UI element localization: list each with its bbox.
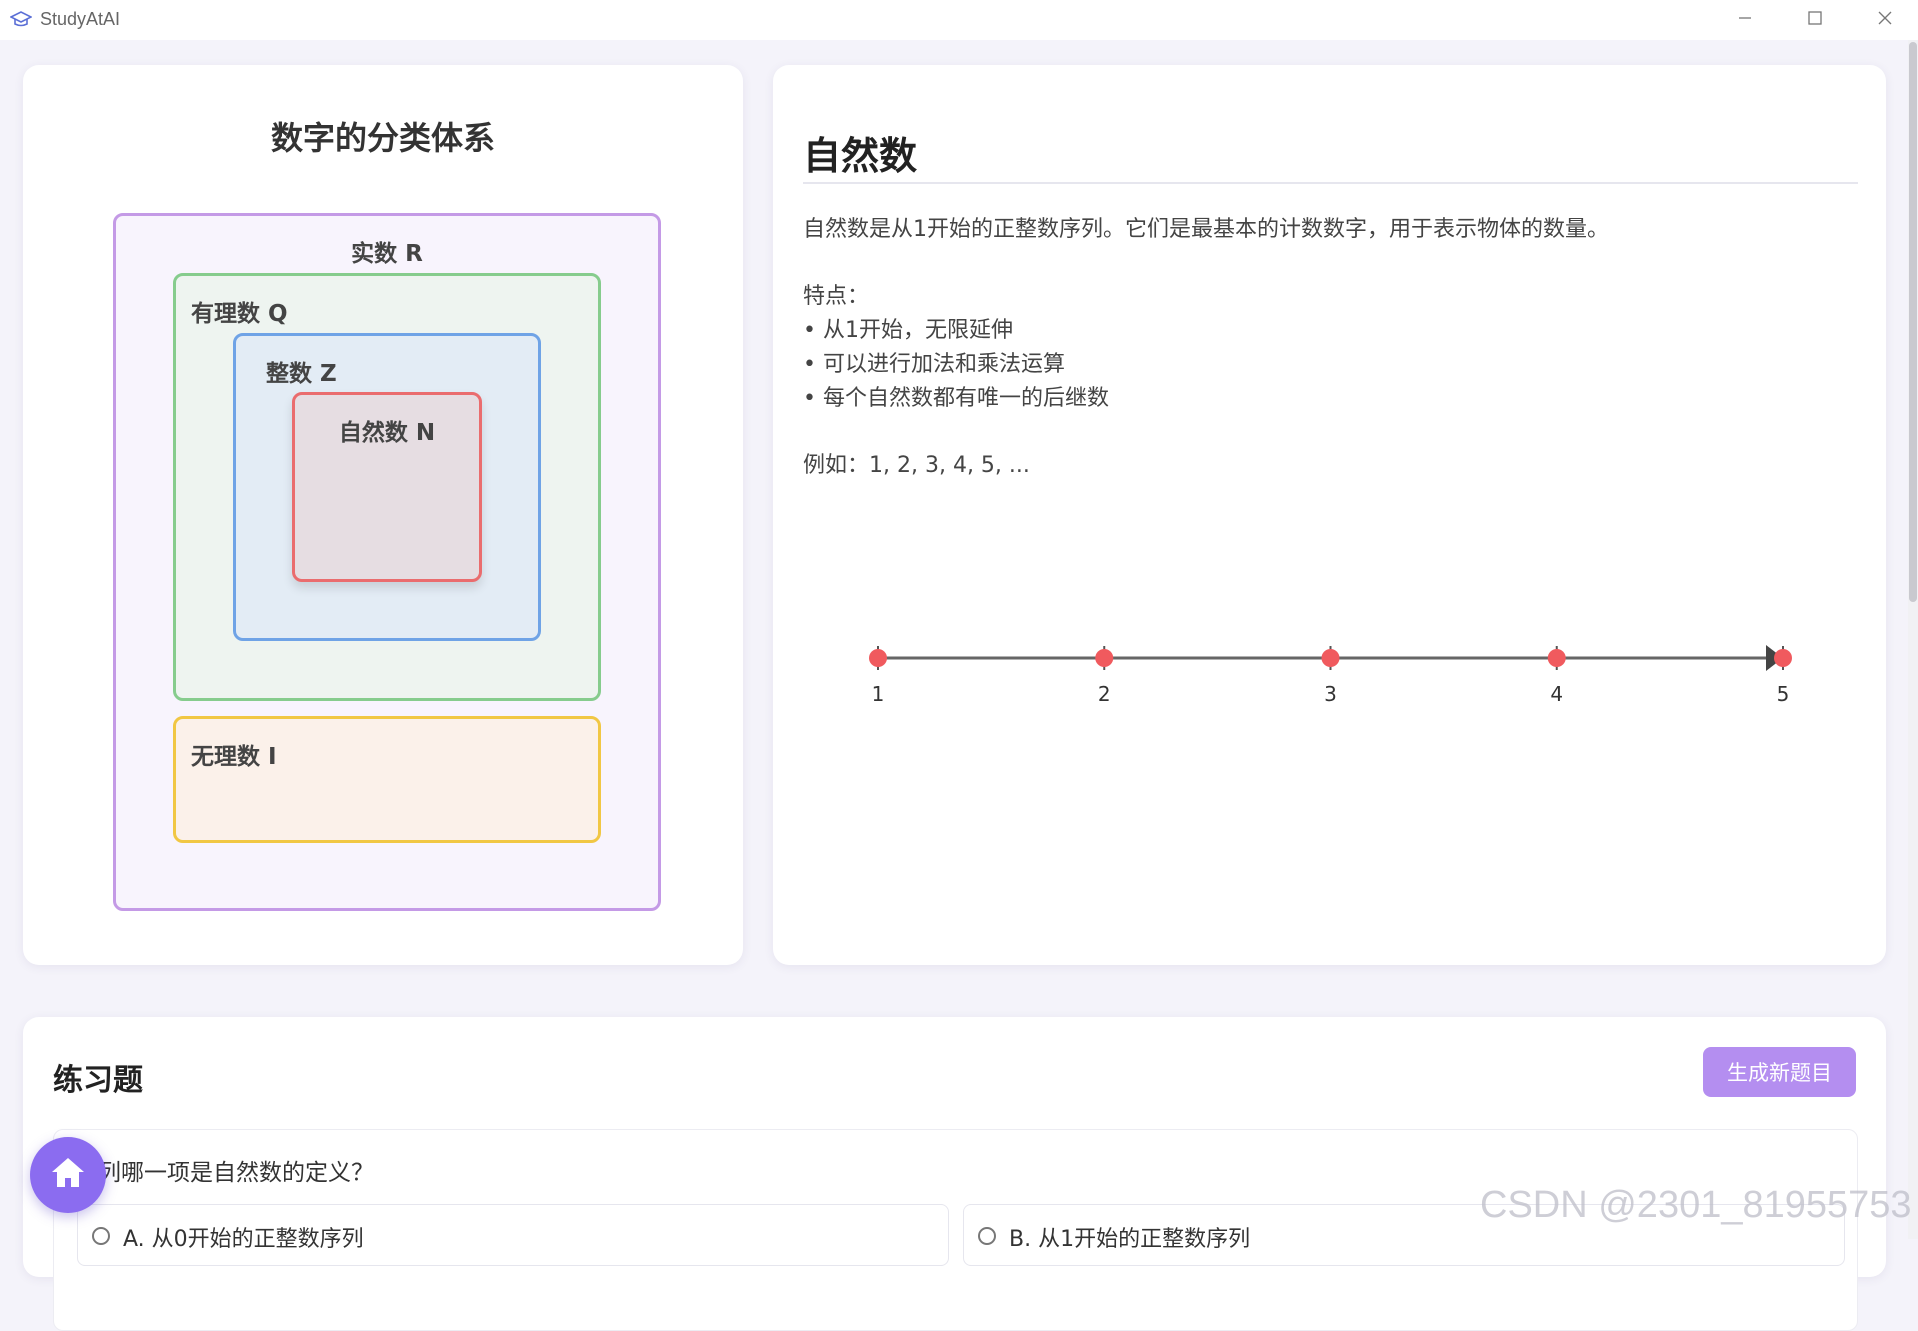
app-title: StudyAtAI (40, 9, 121, 29)
classification-card: 数字的分类体系 实数 R 有理数 Q 整数 Z 自然数 N 无理数 I (23, 65, 743, 965)
title-bar: StudyAtAI (0, 0, 1918, 40)
info-card: 自然数 自然数是从1开始的正整数序列。它们是最基本的计数数字，用于表示物体的数量… (773, 65, 1886, 965)
number-line-point (1774, 649, 1792, 667)
option-a[interactable]: A. 从0开始的正整数序列 (77, 1204, 949, 1266)
option-a-radio[interactable] (92, 1227, 110, 1245)
generate-question-button[interactable]: 生成新题目 (1703, 1047, 1856, 1097)
diagram-title: 数字的分类体系 (270, 119, 495, 157)
maximize-icon (1807, 10, 1823, 30)
maximize-button[interactable] (1780, 0, 1850, 40)
example-text: 例如：1, 2, 3, 4, 5, ... (803, 453, 1030, 478)
watermark: CSDN @2301_81955753 (1480, 1184, 1912, 1226)
feature-item: • 从1开始，无限延伸 (803, 318, 1013, 343)
number-line-point (1321, 649, 1340, 667)
exercise-title: 练习题 (53, 1063, 143, 1098)
minimize-button[interactable] (1710, 0, 1780, 40)
feature-item: • 每个自然数都有唯一的后继数 (803, 386, 1109, 411)
number-line-label: 4 (1550, 682, 1563, 706)
home-icon (48, 1153, 88, 1197)
set-natural-label: 自然数 N (338, 420, 436, 446)
option-a-label: A. 从0开始的正整数序列 (123, 1227, 364, 1252)
home-button[interactable] (30, 1137, 106, 1213)
close-icon (1877, 10, 1893, 30)
feature-item: • 可以进行加法和乘法运算 (803, 352, 1065, 377)
number-line-label: 2 (1098, 682, 1111, 706)
number-line-point (1095, 649, 1114, 667)
features-heading: 特点： (803, 284, 870, 309)
set-rational-label: 有理数 Q (191, 301, 288, 327)
question-text: 下列哪一项是自然数的定义？ (75, 1160, 374, 1186)
minimize-icon (1737, 10, 1753, 30)
option-b-label: B. 从1开始的正整数序列 (1009, 1227, 1251, 1252)
info-divider (803, 182, 1858, 184)
number-line-label: 1 (872, 682, 885, 706)
info-description: 自然数是从1开始的正整数序列。它们是最基本的计数数字，用于表示物体的数量。 (803, 217, 1609, 242)
set-real-label: 实数 R (351, 241, 423, 267)
info-title: 自然数 (803, 134, 918, 178)
exercise-card: 练习题 生成新题目 下列哪一项是自然数的定义？ A. 从0开始的正整数序列 B.… (23, 1017, 1886, 1331)
number-line-label: 3 (1324, 682, 1337, 706)
set-natural[interactable]: 自然数 N (292, 392, 482, 582)
number-line: 1 2 3 4 5 (869, 645, 1792, 706)
option-b-radio[interactable] (978, 1227, 996, 1245)
set-irrational[interactable]: 无理数 I (173, 716, 601, 843)
number-line-label: 5 (1777, 682, 1790, 706)
set-integer-label: 整数 Z (266, 361, 337, 387)
graduation-cap-icon (9, 10, 33, 30)
number-line-point (1547, 649, 1566, 667)
close-button[interactable] (1850, 0, 1918, 40)
scrollbar-thumb[interactable] (1909, 42, 1917, 602)
number-line-point (869, 649, 887, 667)
set-irrational-label: 无理数 I (191, 744, 277, 770)
